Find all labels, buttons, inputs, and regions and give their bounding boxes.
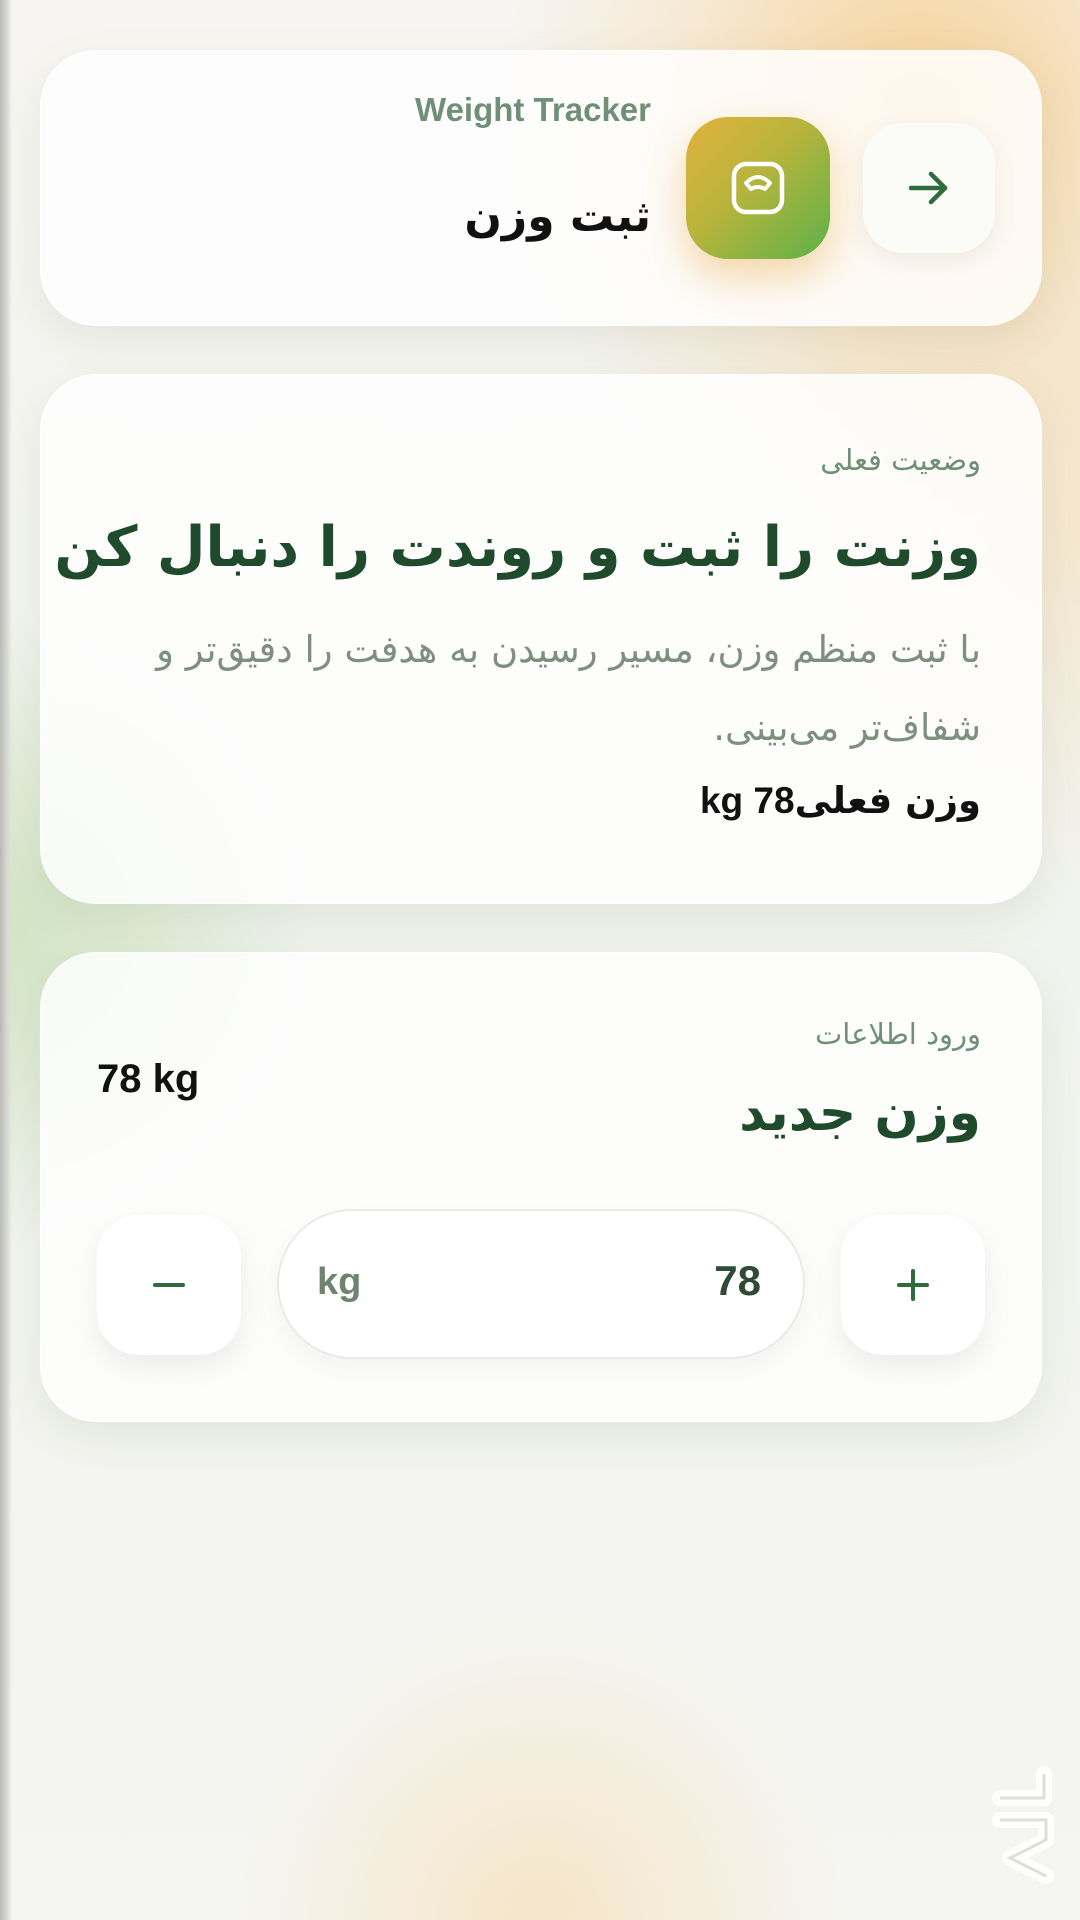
entry-title: وزن جدید xyxy=(739,1083,981,1143)
status-description: با ثبت منظم وزن، مسیر رسیدن به هدفت را د… xyxy=(156,628,981,749)
store-logo-icon xyxy=(992,1766,1054,1884)
status-headline: وزنت را ثبت و روندت را دنبال کن xyxy=(54,515,981,580)
minus-icon xyxy=(153,1283,185,1287)
current-weight-label: وزن فعلی xyxy=(794,779,981,822)
plus-icon xyxy=(897,1269,929,1301)
arrow-right-icon xyxy=(908,171,948,205)
weight-input[interactable]: kg 78 xyxy=(277,1209,805,1359)
back-button[interactable] xyxy=(863,123,995,253)
weight-entry-card: ورود اطلاعات وزن جدید 78 kg kg 78 xyxy=(40,952,1042,1422)
screen-edge xyxy=(0,0,12,1920)
header-card: Weight Tracker ثبت وزن xyxy=(40,50,1042,326)
weight-input-value: 78 xyxy=(714,1257,761,1304)
status-card: وضعیت فعلی وزنت را ثبت و روندت را دنبال … xyxy=(40,374,1042,904)
scale-icon xyxy=(686,117,830,259)
decrease-weight-button[interactable] xyxy=(97,1215,241,1355)
scale-icon-svg xyxy=(731,161,785,215)
current-weight: وزن فعلی78 kg xyxy=(700,779,981,822)
status-label: وضعیت فعلی xyxy=(820,443,981,477)
weight-unit: kg xyxy=(317,1261,362,1303)
entry-section-label: ورود اطلاعات xyxy=(814,1017,981,1051)
page-title: ثبت وزن xyxy=(464,191,651,242)
current-weight-value: 78 kg xyxy=(699,780,795,821)
increase-weight-button[interactable] xyxy=(841,1215,985,1355)
new-weight-display: 78 kg xyxy=(97,1057,200,1101)
app-name: Weight Tracker xyxy=(415,91,651,128)
